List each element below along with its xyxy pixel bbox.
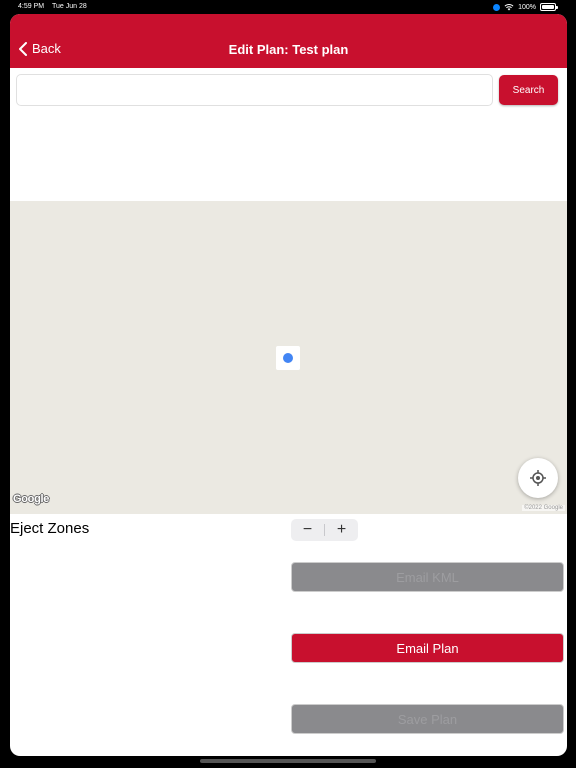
home-indicator[interactable] [200,759,376,763]
battery-cap [556,6,558,9]
search-input[interactable] [16,74,493,106]
email-kml-button[interactable]: Email KML [291,562,564,592]
battery-percent: 100% [518,3,536,11]
app-window: Back Edit Plan: Test plan Search Google … [10,14,567,756]
eject-zones-title: Eject Zones [10,520,90,537]
status-bar: 4:59 PM Tue Jun 28 100% [0,0,576,14]
stepper-decrement-button[interactable]: − [291,519,324,541]
crosshair-icon [530,470,546,486]
page-title: Edit Plan: Test plan [228,42,349,57]
wifi-icon [504,3,514,11]
status-indicators: 100% [493,3,558,11]
save-plan-button[interactable]: Save Plan [291,704,564,734]
location-services-icon [493,3,501,11]
battery-icon [540,3,558,11]
battery-fill [542,5,554,9]
status-time: 4:59 PM [18,3,45,10]
search-button[interactable]: Search [499,75,558,105]
eject-zones-stepper: − + [291,519,358,541]
email-plan-button[interactable]: Email Plan [291,633,564,663]
map-view[interactable]: Google ©2022 Google [10,201,567,514]
user-location-dot [283,353,293,363]
status-date: Tue Jun 28 [52,3,87,10]
google-logo: Google [13,493,50,505]
stepper-increment-button[interactable]: + [325,519,358,541]
map-copyright: ©2022 Google [522,505,565,511]
my-location-button[interactable] [518,458,558,498]
navigation-bar: Back Edit Plan: Test plan [10,14,567,68]
user-location-marker [276,346,300,370]
